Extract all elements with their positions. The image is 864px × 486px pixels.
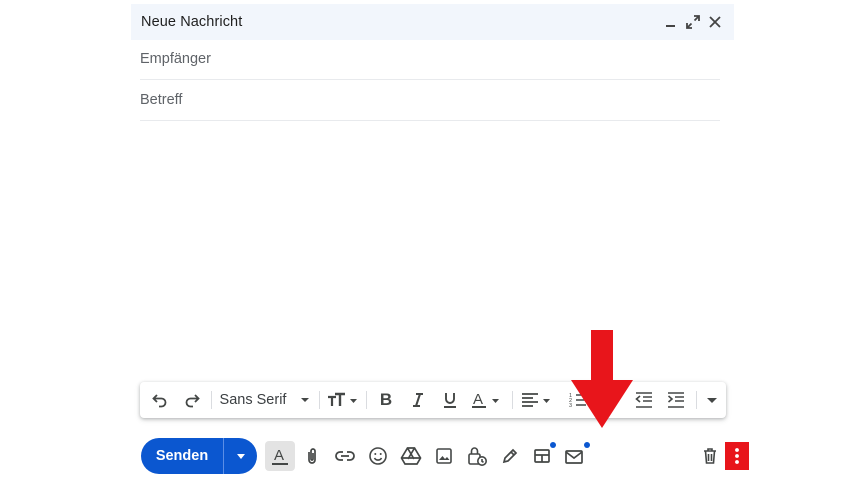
more-options-button[interactable] <box>725 442 749 470</box>
to-field[interactable] <box>140 39 720 80</box>
photo-icon[interactable] <box>431 443 457 469</box>
bold-icon[interactable]: B <box>374 388 398 412</box>
confidential-icon[interactable] <box>464 443 490 469</box>
close-icon[interactable] <box>706 11 724 33</box>
compose-title: Neue Nachricht <box>141 14 243 30</box>
separator <box>512 391 513 409</box>
separator <box>211 391 212 409</box>
compose-header: Neue Nachricht <box>131 4 734 40</box>
underline-icon[interactable] <box>438 388 462 412</box>
formatting-toolbar: Sans Serif B A 1 2 3 <box>140 382 726 418</box>
new-feature-dot <box>550 442 556 448</box>
formatting-options-button[interactable]: A <box>265 441 295 471</box>
font-family-label: Sans Serif <box>219 392 287 408</box>
red-arrow-annotation <box>571 330 633 428</box>
send-button[interactable]: Senden <box>141 438 223 474</box>
more-options-icon <box>735 448 739 464</box>
text-size-icon[interactable] <box>326 388 360 412</box>
trash-icon[interactable] <box>697 443 723 469</box>
chevron-down-icon <box>236 454 245 459</box>
text-color-icon[interactable]: A <box>470 388 506 412</box>
text-format-icon: A <box>272 447 288 465</box>
separator <box>319 391 320 409</box>
chevron-down-icon <box>301 398 310 402</box>
to-input[interactable] <box>140 51 720 67</box>
schedule-send-button[interactable] <box>224 438 257 474</box>
more-formatting-icon[interactable] <box>702 388 722 412</box>
svg-text:A: A <box>274 447 284 464</box>
subject-field[interactable] <box>140 80 720 121</box>
subject-input[interactable] <box>140 92 720 108</box>
redo-icon[interactable] <box>180 388 204 412</box>
indent-less-icon[interactable] <box>632 388 656 412</box>
header-actions <box>662 11 724 33</box>
attach-icon[interactable] <box>299 443 325 469</box>
font-family-select[interactable]: Sans Serif <box>218 388 314 412</box>
popout-icon[interactable] <box>684 11 702 33</box>
mail-merge-icon[interactable] <box>561 443 587 469</box>
compose-window: Neue Nachricht Empfänger Betreff Sans Se… <box>131 0 749 486</box>
send-button-group: Senden <box>141 438 257 474</box>
align-icon[interactable] <box>520 388 556 412</box>
indent-more-icon[interactable] <box>664 388 688 412</box>
separator <box>696 391 697 409</box>
italic-icon[interactable] <box>406 388 430 412</box>
new-feature-dot <box>584 442 590 448</box>
link-icon[interactable] <box>332 443 358 469</box>
minimize-icon[interactable] <box>662 11 680 33</box>
signature-icon[interactable] <box>497 443 523 469</box>
drive-icon[interactable] <box>398 443 424 469</box>
emoji-icon[interactable] <box>365 443 391 469</box>
separator <box>366 391 367 409</box>
svg-text:A: A <box>473 391 483 408</box>
undo-icon[interactable] <box>148 388 172 412</box>
